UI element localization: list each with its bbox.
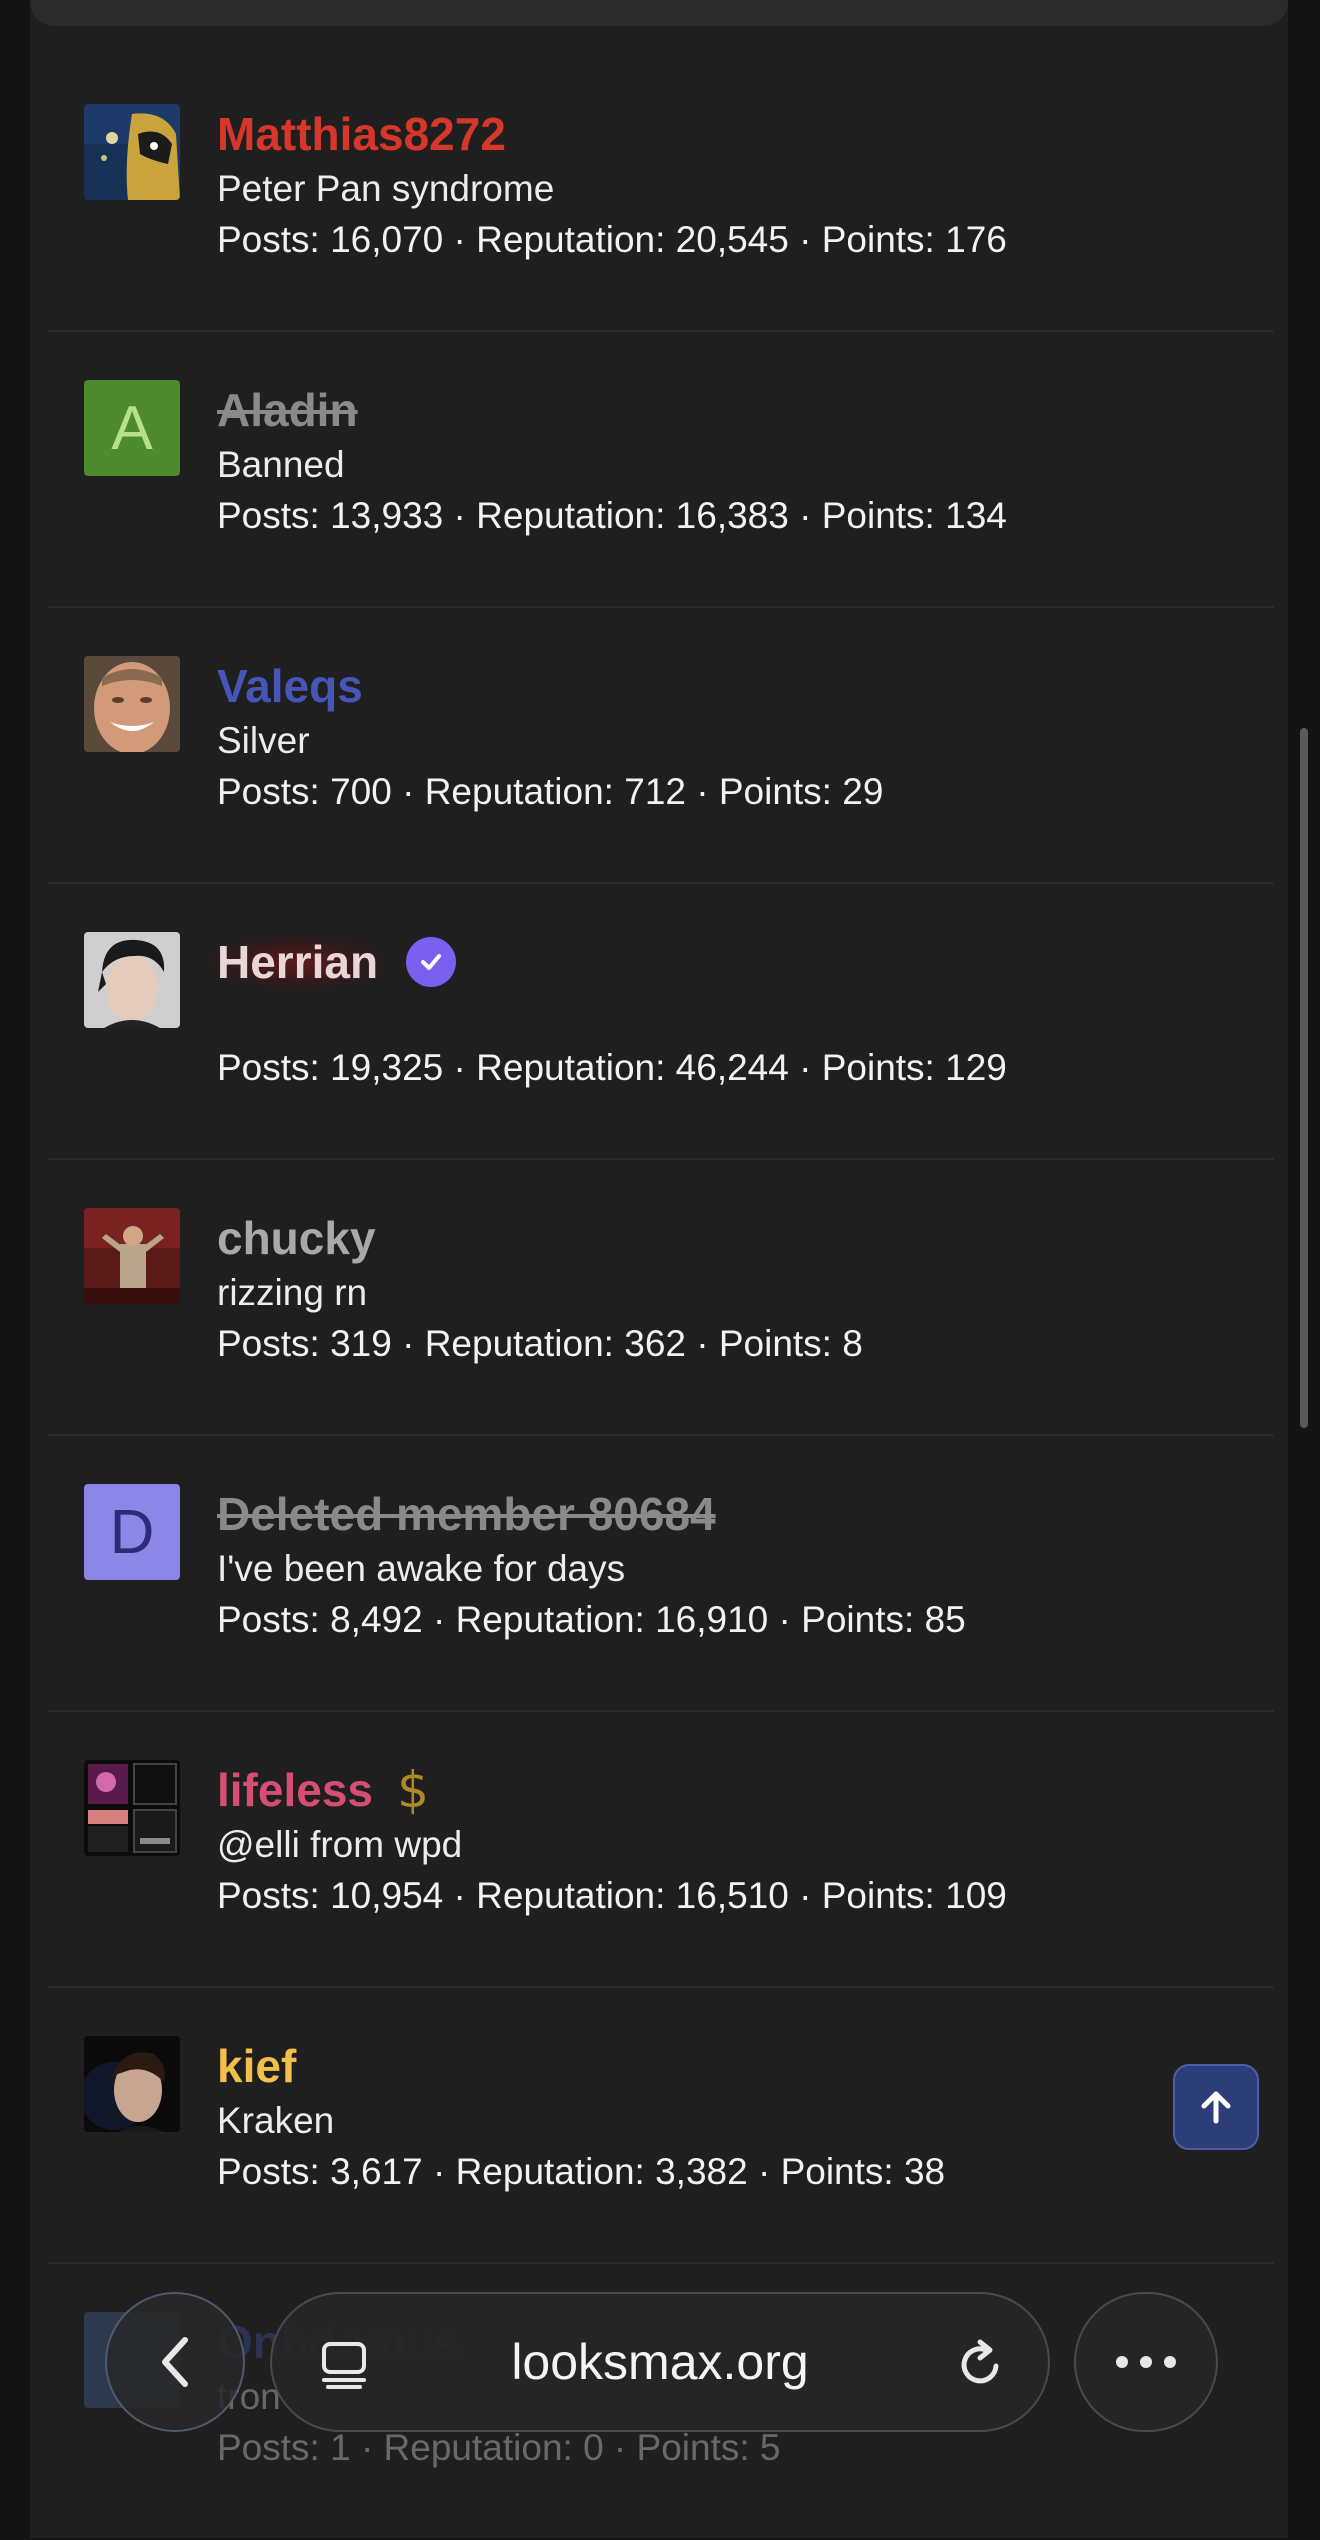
user-stats: Posts: 8,492 · Reputation: 16,910 · Poin… bbox=[217, 1599, 966, 1640]
avatar[interactable] bbox=[84, 656, 180, 752]
avatar[interactable] bbox=[84, 1760, 180, 1856]
username-link[interactable]: Deleted member 80684 bbox=[217, 1486, 1234, 1542]
username-link[interactable]: Matthias8272 bbox=[217, 106, 1234, 162]
user-title: Kraken bbox=[217, 2100, 335, 2141]
user-stats: Posts: 3,617 · Reputation: 3,382 · Point… bbox=[217, 2151, 946, 2192]
avatar-letter: D bbox=[109, 1497, 155, 1567]
user-stats: Posts: 19,325 · Reputation: 46,244 · Poi… bbox=[217, 1047, 1007, 1088]
address-bar[interactable]: looksmax.org bbox=[270, 2292, 1050, 2432]
user-stats: Posts: 700 · Reputation: 712 · Points: 2… bbox=[217, 771, 884, 812]
username-text[interactable]: lifeless bbox=[217, 1762, 373, 1818]
username-link[interactable]: chucky bbox=[217, 1210, 1234, 1266]
username-text[interactable]: Herrian bbox=[207, 934, 389, 990]
user-title: rizzing rn bbox=[217, 1272, 368, 1313]
url-text[interactable]: looksmax.org bbox=[272, 2294, 1048, 2430]
user-stats: Posts: 10,954 · Reputation: 16,510 · Poi… bbox=[217, 1875, 1007, 1916]
user-stats: Posts: 13,933 · Reputation: 16,383 · Poi… bbox=[217, 495, 1007, 536]
username-text[interactable]: Matthias8272 bbox=[217, 106, 506, 162]
panel-header-edge bbox=[30, 0, 1288, 26]
user-title: Silver bbox=[217, 720, 310, 761]
username-text[interactable]: chucky bbox=[217, 1210, 376, 1266]
username-text[interactable]: Deleted member 80684 bbox=[217, 1486, 716, 1542]
user-title: Banned bbox=[217, 444, 345, 485]
avatar[interactable] bbox=[84, 932, 180, 1028]
username-text[interactable]: Valeqs bbox=[217, 658, 363, 714]
scrollbar[interactable] bbox=[1300, 728, 1308, 1428]
scroll-top-button[interactable] bbox=[1173, 2064, 1259, 2150]
back-button[interactable] bbox=[105, 2292, 245, 2432]
member-row[interactable]: A Aladin Banned Posts: 13,933 · Reputati… bbox=[48, 332, 1274, 608]
user-stats: Posts: 16,070 · Reputation: 20,545 · Poi… bbox=[217, 219, 1007, 260]
username-link[interactable]: Valeqs bbox=[217, 658, 1234, 714]
username-text[interactable]: Aladin bbox=[217, 382, 358, 438]
user-title: Peter Pan syndrome bbox=[217, 168, 555, 209]
avatar-letter: A bbox=[111, 393, 153, 463]
reload-icon[interactable] bbox=[952, 2336, 1008, 2397]
dollar-badge-icon: $ bbox=[397, 1761, 429, 1819]
avatar[interactable]: A bbox=[84, 380, 180, 476]
user-title: @elli from wpd bbox=[217, 1824, 463, 1865]
more-button[interactable] bbox=[1074, 2292, 1218, 2432]
verified-check-icon bbox=[406, 937, 457, 987]
username-link[interactable]: Herrian bbox=[207, 934, 1234, 990]
user-title: I've been awake for days bbox=[217, 1548, 626, 1589]
avatar[interactable] bbox=[84, 2036, 180, 2132]
user-stats: Posts: 319 · Reputation: 362 · Points: 8 bbox=[217, 1323, 863, 1364]
member-row[interactable]: chucky rizzing rn Posts: 319 · Reputatio… bbox=[48, 1160, 1274, 1436]
member-row[interactable]: kief Kraken Posts: 3,617 · Reputation: 3… bbox=[48, 1988, 1274, 2264]
avatar[interactable]: D bbox=[84, 1484, 180, 1580]
chevron-left-icon bbox=[162, 2337, 188, 2387]
member-row[interactable]: lifeless $ @elli from wpd Posts: 10,954 … bbox=[48, 1712, 1274, 1988]
username-link[interactable]: kief bbox=[217, 2038, 1234, 2094]
avatar[interactable] bbox=[84, 1208, 180, 1304]
member-row[interactable]: Matthias8272 Peter Pan syndrome Posts: 1… bbox=[48, 56, 1274, 332]
member-row[interactable]: Herrian Posts: 19,325 · Reputation: 46,2… bbox=[48, 884, 1274, 1160]
member-row[interactable]: Valeqs Silver Posts: 700 · Reputation: 7… bbox=[48, 608, 1274, 884]
more-dots-icon bbox=[1116, 2356, 1176, 2368]
username-link[interactable]: Aladin bbox=[217, 382, 1234, 438]
avatar[interactable] bbox=[84, 104, 180, 200]
username-text[interactable]: kief bbox=[217, 2038, 296, 2094]
arrow-up-icon bbox=[1201, 2091, 1231, 2124]
username-link[interactable]: lifeless $ bbox=[217, 1762, 1234, 1818]
user-title bbox=[217, 992, 1234, 1042]
member-row[interactable]: D Deleted member 80684 I've been awake f… bbox=[48, 1436, 1274, 1712]
